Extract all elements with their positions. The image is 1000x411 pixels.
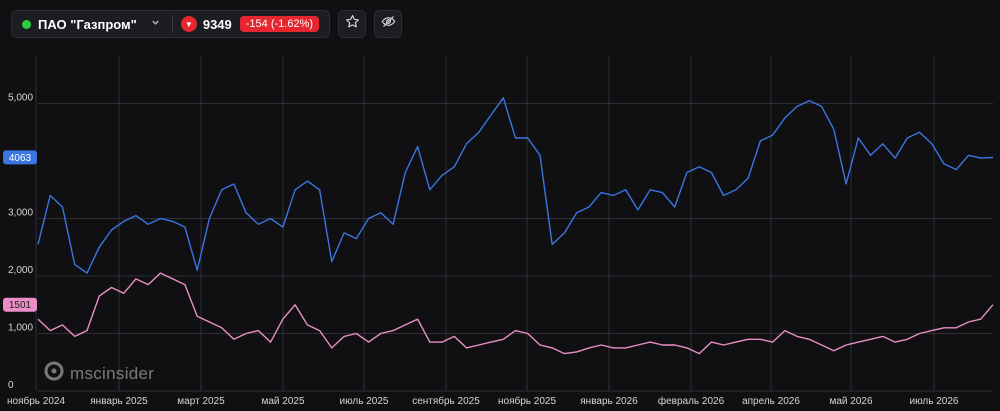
y-tick-label: 1,000 (8, 323, 33, 334)
x-tick-label: апрель 2026 (742, 396, 800, 407)
x-tick-label: февраль 2026 (658, 395, 725, 407)
y-tick-label: 2,000 (8, 265, 33, 276)
badge-label: 4063 (9, 153, 32, 164)
x-tick-label: ноябрь 2024 (7, 395, 65, 407)
last-value-badge: 1501 (3, 297, 37, 312)
y-tick-label: 5,000 (8, 93, 33, 104)
series-line-0 (37, 97, 994, 274)
eye-off-icon (381, 14, 396, 34)
x-tick-label: май 2025 (261, 396, 304, 407)
watermark-text: mscinsider (70, 363, 155, 383)
price-chart[interactable]: 0 1,000 2,000 3,000 5,000 ноябрь 2024 январь … (0, 0, 1000, 411)
x-tick-label: ноябрь 2025 (498, 395, 556, 407)
y-tick-label: 0 (8, 380, 14, 391)
x-tick-label: май 2026 (829, 396, 872, 407)
x-tick-label: март 2025 (177, 396, 225, 407)
last-value-badges: 4063 1501 (3, 150, 37, 312)
chart-grid (35, 55, 993, 392)
x-tick-label: январь 2026 (580, 396, 638, 407)
y-axis-labels: 0 1,000 2,000 3,000 5,000 (8, 93, 33, 392)
chart-series (37, 97, 994, 355)
series-line-1 (37, 272, 994, 355)
x-axis-labels: ноябрь 2024 январь 2025 март 2025 май 2025 и… (7, 395, 959, 407)
ticker-name: ПАО "Газпром" (38, 16, 137, 32)
watermark-logo: mscinsider (44, 361, 154, 386)
hide-button[interactable] (374, 10, 403, 38)
toolbar-separator (171, 15, 173, 33)
msc-logo-icon (44, 361, 64, 386)
badge-label: 1501 (9, 300, 32, 311)
y-tick-label: 3,000 (8, 208, 33, 219)
ticker-selector[interactable]: ПАО "Газпром" ▼ 9349 -154 (-1.62%) (11, 10, 331, 38)
price-change-badge: -154 (-1.62%) (239, 16, 320, 32)
down-arrow-icon: ▼ (180, 16, 197, 32)
favorite-button[interactable] (338, 10, 367, 38)
star-icon (345, 14, 360, 34)
x-tick-label: июль 2025 (340, 396, 389, 407)
chevron-down-icon[interactable] (151, 18, 160, 30)
x-tick-label: сентябрь 2025 (412, 395, 480, 407)
chart-toolbar: ПАО "Газпром" ▼ 9349 -154 (-1.62%) (11, 10, 403, 38)
x-tick-label: январь 2025 (90, 396, 148, 407)
status-dot (22, 19, 31, 29)
last-value-badge: 4063 (3, 150, 37, 165)
x-tick-label: июль 2026 (910, 396, 959, 407)
current-price: 9349 (202, 16, 232, 32)
